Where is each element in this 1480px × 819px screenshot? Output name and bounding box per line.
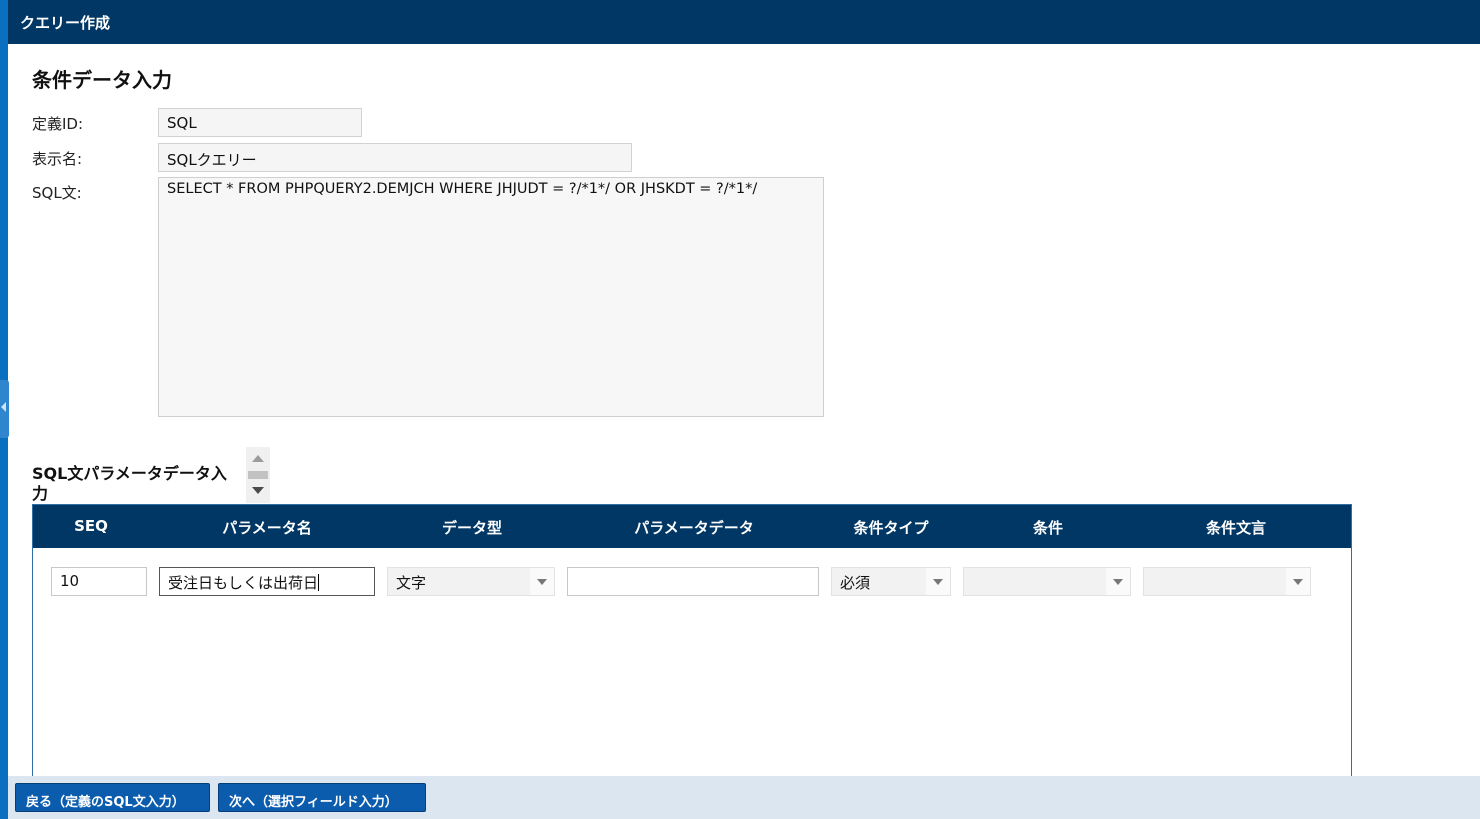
window-title: クエリー作成 (20, 14, 111, 32)
seq-input[interactable]: 10 (51, 567, 147, 596)
header-param-name: パラメータ名 (222, 519, 312, 537)
header-cond: 条件 (1032, 519, 1063, 537)
header-data-type: データ型 (441, 519, 502, 537)
cond-type-value: 必須 (840, 574, 871, 592)
footer-bar: 戻る（定義のSQL文入力） 次へ（選択フィールド入力） (8, 776, 1480, 819)
cond-type-select[interactable]: 必須 (831, 567, 951, 596)
sql-textarea[interactable]: SELECT * FROM PHPQUERY2.DEMJCH WHERE JHJ… (158, 177, 824, 417)
definition-id-field[interactable]: SQL (158, 108, 362, 137)
cond-text-select[interactable] (1143, 567, 1311, 596)
mini-scrollbar[interactable] (246, 447, 270, 503)
scroll-up-icon[interactable] (252, 455, 264, 462)
sql-label: SQL文: (32, 184, 82, 202)
display-name-label: 表示名: (32, 150, 83, 168)
chevron-left-icon (1, 402, 6, 412)
data-type-value: 文字 (396, 574, 427, 592)
collapse-panel-handle[interactable] (0, 380, 9, 438)
scroll-down-icon[interactable] (252, 487, 264, 494)
chevron-down-icon (1113, 579, 1123, 585)
param-name-input[interactable]: 受注日もしくは出荷日 (159, 567, 375, 596)
dropdown-button (1106, 568, 1130, 595)
definition-id-label: 定義ID: (32, 115, 84, 133)
next-button[interactable]: 次へ（選択フィールド入力） (218, 783, 426, 812)
params-section-title: SQL文パラメータデータ入力 (32, 464, 227, 503)
text-cursor (318, 574, 320, 591)
header-cond-text: 条件文言 (1205, 519, 1266, 537)
header-param-data: パラメータデータ (634, 519, 754, 537)
scroll-thumb[interactable] (248, 471, 268, 479)
seq-value: 10 (60, 572, 80, 590)
cond-select[interactable] (963, 567, 1131, 596)
param-data-input[interactable] (567, 567, 819, 596)
back-button[interactable]: 戻る（定義のSQL文入力） (15, 783, 210, 812)
header-cond-type: 条件タイプ (853, 519, 929, 537)
param-name-value: 受注日もしくは出荷日 (168, 574, 319, 592)
data-type-select[interactable]: 文字 (387, 567, 555, 596)
params-table-header: SEQ パラメータ名 データ型 パラメータデータ 条件タイプ 条件 条件文言 (33, 505, 1351, 548)
chevron-down-icon (1293, 579, 1303, 585)
dropdown-button (1286, 568, 1310, 595)
chevron-down-icon (933, 579, 943, 585)
dropdown-button (926, 568, 950, 595)
section-title: 条件データ入力 (32, 68, 172, 92)
dropdown-button (530, 568, 554, 595)
window-titlebar: クエリー作成 (8, 0, 1480, 44)
params-table: SEQ パラメータ名 データ型 パラメータデータ 条件タイプ 条件 条件文言 1… (32, 504, 1352, 794)
header-seq: SEQ (74, 517, 108, 535)
display-name-field[interactable]: SQLクエリー (158, 143, 632, 172)
chevron-down-icon (537, 579, 547, 585)
